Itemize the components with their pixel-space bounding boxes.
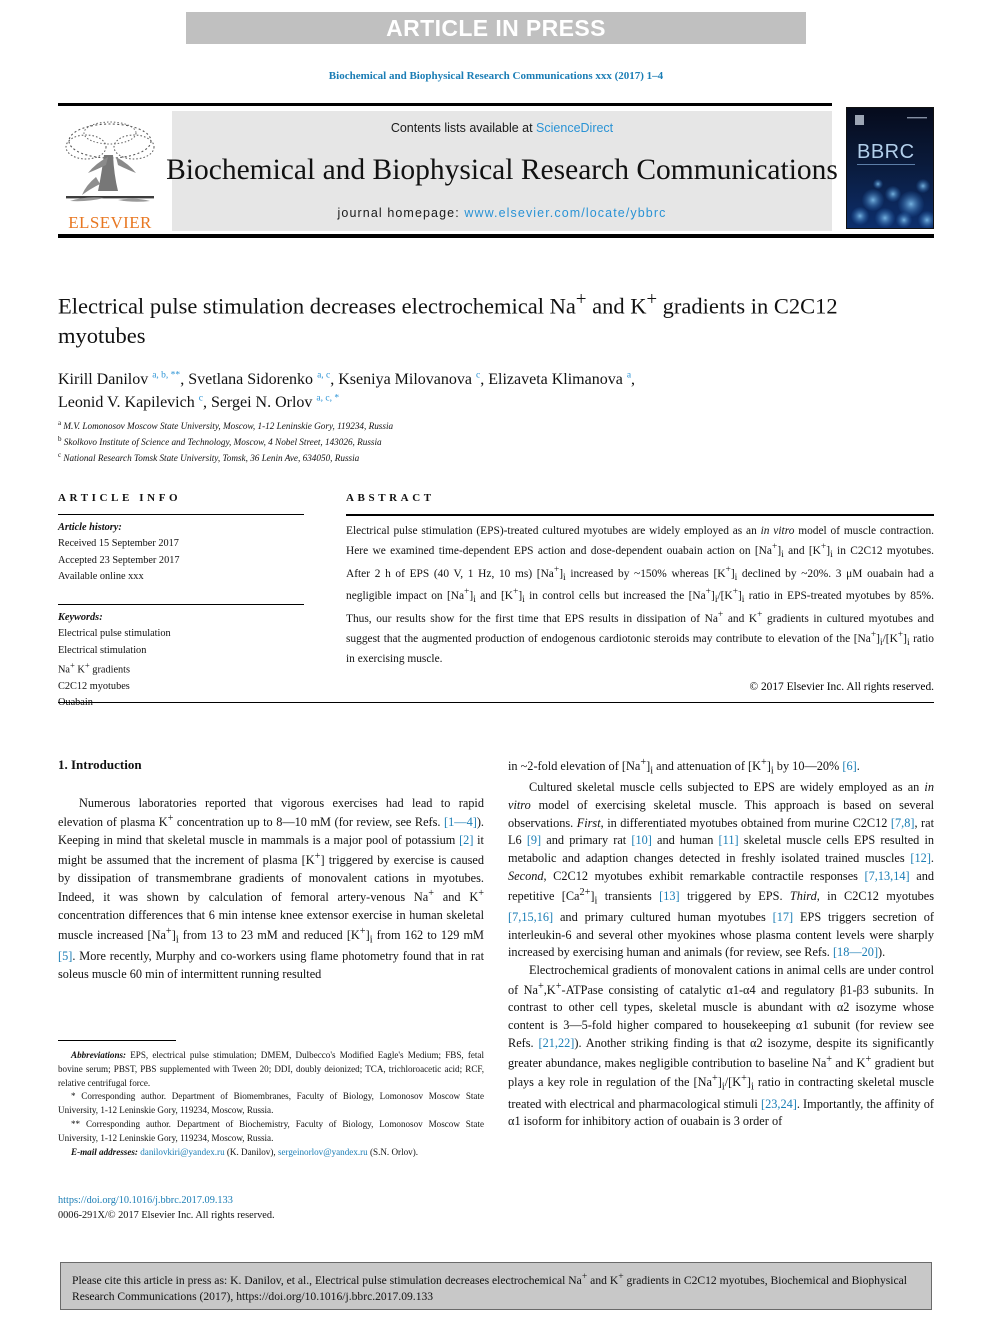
masthead-center-panel: Contents lists available at ScienceDirec…	[166, 111, 838, 231]
email-link-orlov[interactable]: sergeinorlov@yandex.ru	[278, 1147, 368, 1157]
email-link-danilov[interactable]: danilovkiri@yandex.ru	[140, 1147, 224, 1157]
body-column-left: 1. Introduction Numerous laboratories re…	[58, 756, 484, 984]
paragraph: in ~2-fold elevation of [Na+]i and atten…	[508, 757, 860, 777]
cite-this-article-box: Please cite this article in press as: K.…	[60, 1262, 932, 1310]
page-title: Electrical pulse stimulation decreases e…	[58, 289, 838, 348]
contents-prefix: Contents lists available at	[390, 121, 537, 135]
history-item: Accepted 23 September 2017	[58, 554, 180, 566]
band-bottom-rule	[58, 702, 934, 703]
email-label: E-mail addresses:	[71, 1146, 138, 1157]
footnote-abbreviations: Abbreviations: EPS, electrical pulse sti…	[58, 1049, 484, 1090]
footnote-rule	[58, 1040, 176, 1041]
contents-list-line: Contents lists available at ScienceDirec…	[391, 121, 613, 135]
affiliation-item: c National Research Tomsk State Universi…	[58, 450, 360, 463]
abbreviations-label: Abbreviations:	[71, 1050, 127, 1060]
paragraph: Numerous laboratories reported that vigo…	[58, 795, 484, 981]
paragraph: Electrochemical gradients of monovalent …	[508, 962, 934, 1129]
section-heading-introduction: 1. Introduction	[58, 757, 142, 772]
keyword-item: Electrical pulse stimulation	[58, 628, 171, 640]
article-in-press-label: ARTICLE IN PRESS	[386, 14, 606, 41]
footnote-corresponding-1: * Corresponding author. Department of Bi…	[58, 1091, 484, 1116]
affiliation-item: a M.V. Lomonosov Moscow State University…	[58, 419, 394, 432]
elsevier-wordmark: ELSEVIER	[68, 213, 152, 232]
keyword-item: Na+ K+ gradients	[58, 659, 131, 676]
journal-cover-image: BBRC	[846, 107, 934, 229]
article-info-heading: ARTICLE INFO	[58, 492, 182, 504]
keywords-label: Keywords:	[58, 612, 103, 624]
running-head: Biochemical and Biophysical Research Com…	[328, 70, 664, 82]
paragraph: Cultured skeletal muscle cells subjected…	[508, 780, 935, 960]
footnote-corresponding-2: ** Corresponding author. Department of B…	[58, 1119, 484, 1143]
homepage-prefix: journal homepage:	[337, 206, 465, 220]
footnote-block: Abbreviations: EPS, electrical pulse sti…	[58, 1040, 484, 1160]
article-info-column: ARTICLE INFO Article history: Received 1…	[58, 492, 304, 711]
abstract-column: ABSTRACT Electrical pulse stimulation (E…	[346, 492, 934, 693]
journal-homepage-link[interactable]: www.elsevier.com/locate/ybbrc	[464, 206, 666, 220]
sciencedirect-link[interactable]: ScienceDirect	[536, 121, 613, 135]
journal-homepage-line: journal homepage: www.elsevier.com/locat…	[338, 206, 667, 220]
doi-link[interactable]: https://doi.org/10.1016/j.bbrc.2017.09.1…	[58, 1193, 498, 1208]
article-in-press-banner: ARTICLE IN PRESS	[186, 12, 806, 44]
history-item: Available online xxx	[58, 570, 144, 582]
abstract-heading: ABSTRACT	[346, 492, 435, 504]
history-item: Received 15 September 2017	[58, 538, 179, 550]
email-owner-orlov: (S.N. Orlov).	[370, 1146, 418, 1157]
article-history-label: Article history:	[58, 522, 122, 533]
abstract-text: Electrical pulse stimulation (EPS)-treat…	[346, 525, 934, 665]
keyword-item: Electrical stimulation	[58, 644, 147, 656]
masthead-top-rule	[58, 103, 832, 106]
journal-masthead: ELSEVIER Contents lists available at Sci…	[58, 103, 934, 238]
footnote-emails: E-mail addresses: danilovkiri@yandex.ru …	[58, 1146, 484, 1160]
author-list: Kirill Danilov a, b, **, Svetlana Sidore…	[58, 370, 636, 412]
article-history-block: Article history: Received 15 September 2…	[58, 515, 304, 585]
elsevier-tree-icon	[65, 121, 155, 202]
affiliation-list: a M.V. Lomonosov Moscow State University…	[58, 418, 758, 466]
keyword-item: C2C12 myotubes	[58, 680, 130, 692]
issn-copyright-line: 0006-291X/© 2017 Elsevier Inc. All right…	[58, 1210, 275, 1222]
abstract-copyright: © 2017 Elsevier Inc. All rights reserved…	[749, 680, 934, 693]
journal-title: Biochemical and Biophysical Research Com…	[166, 153, 838, 186]
doi-issn-block: https://doi.org/10.1016/j.bbrc.2017.09.1…	[58, 1193, 498, 1224]
affiliation-item: b Skolkovo Institute of Science and Tech…	[58, 434, 382, 448]
elsevier-logo: ELSEVIER	[58, 111, 162, 231]
bbrc-cover-art: BBRC	[847, 108, 933, 228]
svg-text:BBRC: BBRC	[857, 141, 915, 163]
email-owner-danilov: (K. Danilov),	[226, 1146, 276, 1157]
masthead-bottom-rule	[58, 234, 934, 238]
body-column-right: in ~2-fold elevation of [Na+]i and atten…	[508, 756, 934, 1131]
keywords-block: Keywords: Electrical pulse stimulation E…	[58, 605, 304, 711]
